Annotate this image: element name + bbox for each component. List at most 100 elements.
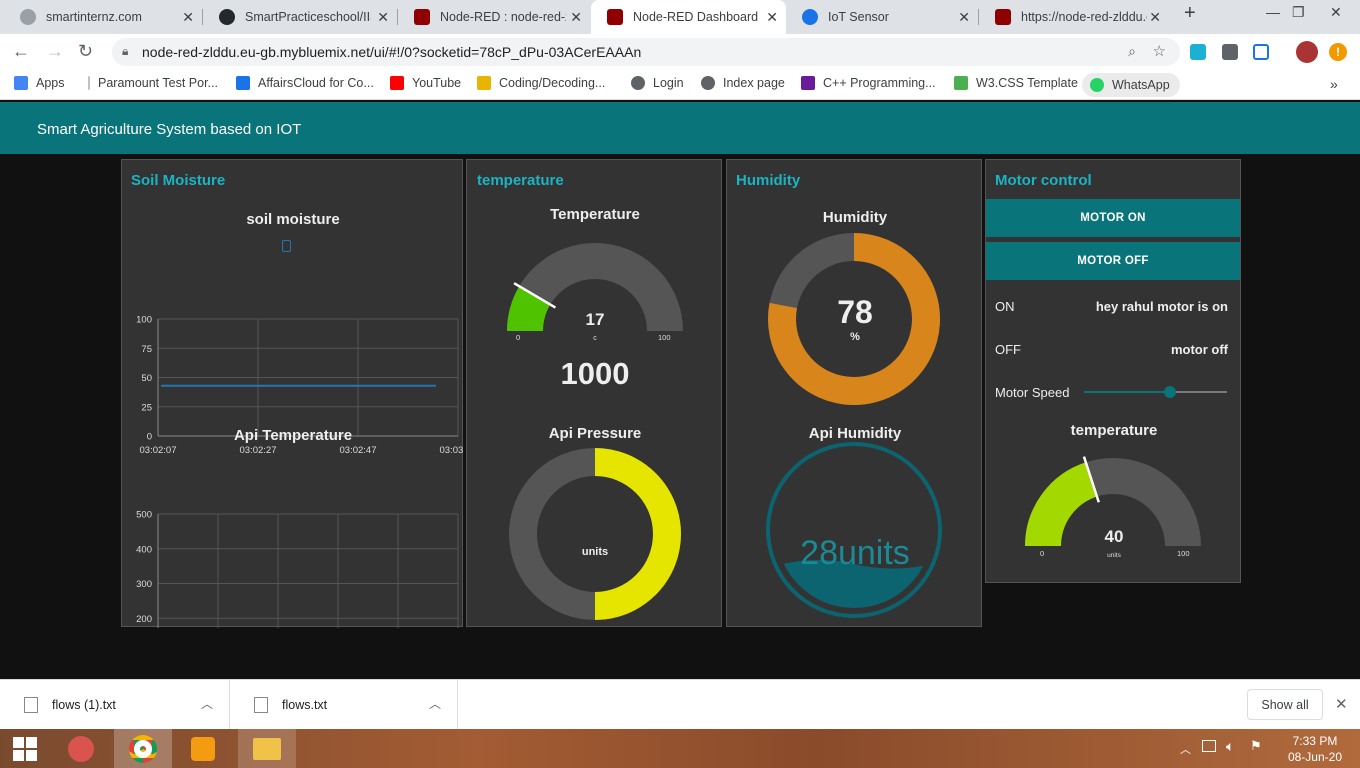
file-icon [24, 697, 38, 713]
tab-label: https://node-red-zlddu.e [1021, 10, 1147, 24]
bookmark-label: YouTube [412, 76, 462, 90]
forward-icon[interactable]: → [46, 41, 64, 62]
tab-node-red-editor[interactable]: Node-RED : node-red-zl ✕ [398, 0, 590, 34]
bookmark-paramount[interactable]: Paramount Test Por... [88, 76, 218, 90]
bookmark-label: Coding/Decoding... [499, 76, 606, 90]
new-tab-button[interactable]: + [1184, 2, 1196, 25]
donut-fill [594, 448, 681, 620]
globe-icon [20, 9, 36, 25]
reload-icon[interactable]: ↻ [78, 41, 93, 62]
level-text: 28units [800, 534, 910, 572]
x-tick-label: 03:02:27 [240, 445, 277, 456]
group-motor-control: Motor control MOTOR ON MOTOR OFF ON hey … [985, 159, 1241, 583]
y-tick-label: 400 [136, 544, 152, 555]
tab-label: smartinternz.com [46, 10, 142, 24]
gauge-max: 100 [658, 333, 671, 342]
extension-icon[interactable] [1190, 44, 1206, 60]
tab-node-red-url[interactable]: https://node-red-zlddu.e ✕ [979, 0, 1169, 34]
minimize-button[interactable]: — [1266, 4, 1280, 20]
group-soil-moisture: Soil Moisture soil moisture 0 25 50 75 100 03… [121, 159, 464, 628]
node-red-icon [995, 9, 1011, 25]
downloads-bar: flows (1).txt ︿ flows.txt ︿ Show all ✕ [0, 679, 1360, 730]
bookmark-icon [88, 76, 90, 90]
media-player-icon[interactable] [174, 729, 232, 768]
bookmarks-bar: Apps Paramount Test Por... AffairsCloud … [0, 70, 1360, 100]
avatar[interactable] [1296, 41, 1318, 63]
close-icon[interactable]: ✕ [377, 9, 389, 26]
omnibox[interactable]: 🔒︎ node-red-zlddu.eu-gb.mybluemix.net/ui… [112, 38, 1180, 66]
youtube-icon [390, 76, 404, 90]
bookmarks-overflow-icon[interactable]: » [1330, 76, 1338, 92]
bookmark-youtube[interactable]: YouTube [390, 76, 461, 90]
group-temperature: temperature Temperature 1000 17 c 0 100 … [466, 159, 722, 627]
chevron-up-icon[interactable]: ︿ [201, 695, 213, 712]
tab-smartinternz[interactable]: smartinternz.com ✕ [4, 0, 202, 34]
url-text[interactable]: node-red-zlddu.eu-gb.mybluemix.net/ui/#!… [142, 44, 641, 60]
back-icon[interactable]: ← [12, 41, 30, 62]
gauge-min: 0 [516, 333, 521, 342]
bookmark-cpp[interactable]: C++ Programming... [801, 76, 936, 90]
close-window-button[interactable]: ✕ [1330, 4, 1342, 21]
y-tick-label: 300 [136, 579, 152, 590]
gauge-value: 17 [585, 310, 605, 329]
network-icon[interactable] [1202, 740, 1216, 752]
close-icon[interactable]: ✕ [1335, 695, 1348, 713]
tab-node-red-dashboard[interactable]: Node-RED Dashboard ✕ [591, 0, 786, 34]
chrome-icon[interactable] [114, 729, 172, 768]
flag-icon[interactable]: ⚑ [1250, 738, 1262, 754]
bookmark-label: Paramount Test Por... [98, 76, 218, 90]
w3css-icon [954, 76, 968, 90]
address-bar: ← → ↻ 🔒︎ node-red-zlddu.eu-gb.mybluemix.… [0, 34, 1360, 70]
bookmark-whatsapp[interactable]: WhatsApp [1082, 73, 1180, 97]
bookmark-label: Index page [723, 76, 785, 90]
x-tick-label: 03:02:07 [140, 445, 177, 456]
taskbar-clock[interactable]: 7:33 PM 08-Jun-20 [1288, 733, 1342, 765]
close-icon[interactable]: ✕ [1149, 9, 1161, 26]
start-button[interactable] [0, 729, 50, 768]
download-item[interactable]: flows.txt ︿ [230, 680, 458, 730]
snipping-tool-icon[interactable] [52, 729, 110, 768]
globe-icon [631, 76, 645, 90]
bookmark-index[interactable]: Index page [701, 76, 785, 90]
download-filename: flows (1).txt [52, 698, 116, 712]
extension-badge-icon[interactable] [1222, 44, 1238, 60]
affairscloud-icon [236, 76, 250, 90]
maximize-button[interactable]: ❐ [1292, 4, 1305, 21]
github-icon [219, 9, 235, 25]
bookmark-w3css[interactable]: W3.CSS Template [954, 76, 1078, 90]
bookmark-apps[interactable]: Apps [14, 76, 65, 90]
bookmark-affairscloud[interactable]: AffairsCloud for Co... [236, 76, 374, 90]
bookmark-coding[interactable]: Coding/Decoding... [477, 76, 605, 90]
close-icon[interactable]: ✕ [958, 9, 970, 26]
chevron-up-icon[interactable]: ︿ [429, 695, 441, 712]
download-item[interactable]: flows (1).txt ︿ [0, 680, 230, 730]
windows-logo-icon [13, 736, 37, 761]
file-explorer-icon[interactable] [238, 729, 296, 768]
node-red-icon [607, 9, 623, 25]
extension-icon[interactable] [1253, 44, 1269, 60]
tab-label: SmartPracticeschool/IISP [245, 10, 371, 24]
bookmark-login[interactable]: Login [631, 76, 684, 90]
globe-icon [701, 76, 715, 90]
y-tick-label: 500 [136, 510, 152, 521]
update-alert-icon[interactable]: ! [1329, 43, 1347, 61]
volume-icon[interactable]: 🔈︎ [1226, 738, 1234, 755]
tray-chevron-icon[interactable]: ︿ [1180, 741, 1191, 757]
close-icon[interactable]: ✕ [570, 9, 582, 26]
lock-icon: 🔒︎ [122, 44, 129, 58]
close-icon[interactable]: ✕ [182, 9, 194, 26]
donut-value: 78 [837, 294, 873, 330]
x-tick-label: 03:02:47 [340, 445, 377, 456]
close-icon[interactable]: ✕ [766, 9, 778, 26]
zoom-icon[interactable]: ⌕ [1128, 43, 1136, 60]
y-tick-label: 50 [141, 373, 152, 384]
bookmark-label: Login [653, 76, 684, 90]
node-red-icon [414, 9, 430, 25]
gauge-unit: units [1107, 552, 1121, 559]
star-icon[interactable]: ☆ [1153, 42, 1166, 60]
tab-iot-sensor[interactable]: IoT Sensor ✕ [786, 0, 978, 34]
donut-unit: % [850, 331, 860, 343]
show-all-button[interactable]: Show all [1247, 689, 1323, 720]
tab-github[interactable]: SmartPracticeschool/IISP ✕ [203, 0, 397, 34]
file-icon [254, 697, 268, 713]
